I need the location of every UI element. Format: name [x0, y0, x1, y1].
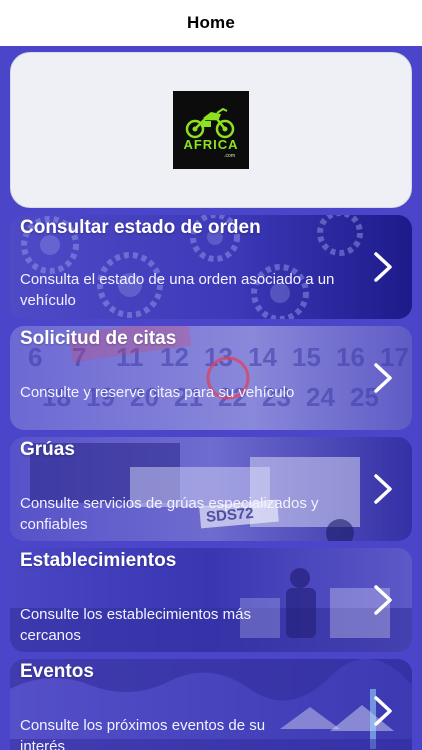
menu-item-description: Consulta el estado de una orden asociado… [20, 271, 335, 309]
brand-logo: AFRICA .com [173, 91, 249, 169]
menu-item-title: Eventos [20, 661, 94, 682]
menu-item-description: Consulte los próximos eventos de su inte… [20, 717, 266, 750]
chevron-right-icon [374, 474, 392, 504]
chevron-right-icon [374, 585, 392, 615]
home-content[interactable]: AFRICA .com Consultar estado de orden Co… [0, 46, 422, 750]
menu-item-establecimientos[interactable]: Establecimientos Consulte los establecim… [10, 548, 412, 652]
calendar-number: 15 [292, 342, 321, 372]
menu-item-description: Consulte los establecimientos más cercan… [20, 606, 251, 644]
logo-card: AFRICA .com [10, 52, 412, 208]
menu-item-title: Establecimientos [20, 550, 177, 571]
menu-item-title: Grúas [20, 439, 75, 460]
motorcycle-icon: AFRICA .com [183, 107, 238, 159]
page-title: Home [186, 13, 236, 32]
logo-brand-text: AFRICA [183, 137, 238, 152]
chevron-right-icon [374, 252, 392, 282]
calendar-number: 16 [336, 342, 365, 372]
menu-item-description: Consulte y reserve citas para su vehícul… [20, 384, 295, 401]
menu-item-title: Solicitud de citas [20, 328, 177, 349]
logo-sub-text: .com [224, 153, 235, 159]
menu-item-consultar-estado[interactable]: Consultar estado de orden Consulta el es… [10, 215, 412, 319]
calendar-number: 14 [248, 342, 277, 372]
navigation-bar: Home [0, 0, 422, 46]
chevron-right-icon [374, 696, 392, 726]
chevron-right-icon [374, 363, 392, 393]
menu-item-title: Consultar estado de orden [20, 217, 261, 238]
menu-item-solicitud-citas[interactable]: 6 7 11 12 13 14 15 16 17 18 19 20 21 22 23 24 25 Solicit… [10, 326, 412, 430]
menu-item-eventos[interactable]: Eventos Consulte los próximos eventos de… [10, 659, 412, 750]
menu-item-gruas[interactable]: SDS72 Grúas Consulte servicios de grúas … [10, 437, 412, 541]
menu-item-description: Consulte servicios de grúas especializad… [20, 495, 319, 533]
